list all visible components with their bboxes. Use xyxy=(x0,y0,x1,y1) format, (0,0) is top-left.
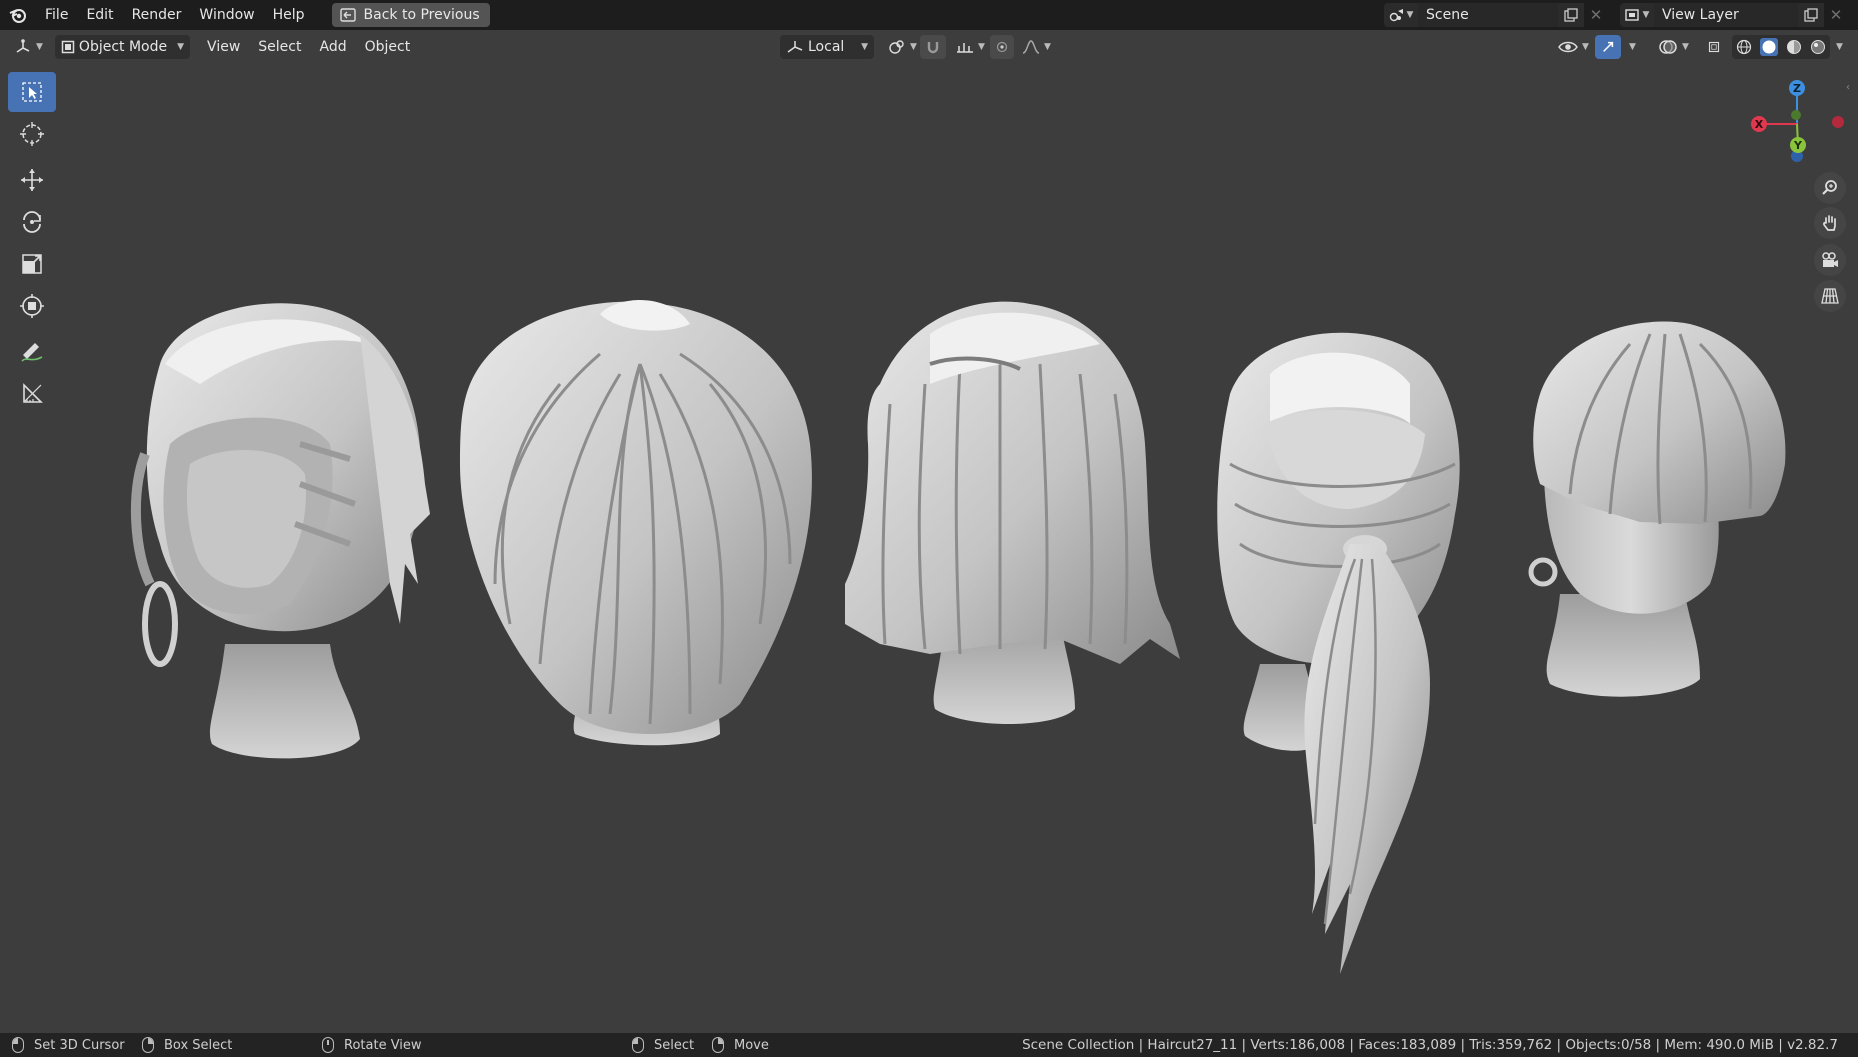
material-preview-icon[interactable] xyxy=(1786,39,1802,55)
header-menu-view[interactable]: View xyxy=(198,39,249,55)
scene-statistics: Scene Collection | Haircut27_11 | Verts:… xyxy=(1022,1037,1838,1053)
hint-move-label: Move xyxy=(734,1037,769,1053)
overlays-icon xyxy=(1659,40,1677,54)
hint-box-select: Box Select xyxy=(142,1033,232,1057)
gizmo-dropdown[interactable]: ▼ xyxy=(1623,35,1641,59)
snap-increment-icon xyxy=(957,43,973,53)
proportional-edit-icon xyxy=(996,41,1008,53)
transform-orientation-label: Local xyxy=(808,39,845,55)
delete-view-layer-icon[interactable]: ✕ xyxy=(1824,3,1848,27)
object-mode-dropdown[interactable]: Object Mode ▼ xyxy=(54,35,191,59)
pivot-icon xyxy=(889,40,904,54)
snap-toggle[interactable] xyxy=(920,35,946,59)
xray-toggle[interactable] xyxy=(1702,35,1726,59)
top-menu-bar: File Edit Render Window Help Back to Pre… xyxy=(0,0,1858,30)
gizmo-toggle[interactable] xyxy=(1595,35,1621,59)
overlays-toggle[interactable]: ▼ xyxy=(1652,35,1695,59)
duplicate-icon xyxy=(1804,8,1818,22)
proportional-editing-toggle[interactable] xyxy=(990,35,1014,59)
3d-viewport-icon xyxy=(16,39,30,53)
scene-icon[interactable]: ▼ xyxy=(1384,3,1418,27)
right-drag-mouse-icon xyxy=(142,1037,154,1053)
magnet-icon xyxy=(927,42,939,54)
view-layer-icon[interactable]: ▼ xyxy=(1620,3,1654,27)
solid-shading-icon[interactable] xyxy=(1760,38,1778,56)
shading-mode-group xyxy=(1732,35,1830,59)
duplicate-icon xyxy=(1564,8,1578,22)
eye-icon xyxy=(1558,41,1578,53)
visibility-dropdown[interactable]: ▼ xyxy=(1552,35,1595,59)
object-mode-icon xyxy=(61,40,75,54)
hint-move: Move xyxy=(712,1033,769,1057)
menu-render[interactable]: Render xyxy=(123,0,191,30)
hint-rotate-view-label: Rotate View xyxy=(344,1037,422,1053)
hint-select-label: Select xyxy=(654,1037,695,1053)
back-to-previous-label: Back to Previous xyxy=(363,7,480,23)
menu-help[interactable]: Help xyxy=(264,0,314,30)
hint-select: Select xyxy=(632,1033,694,1057)
wireframe-shading-icon[interactable] xyxy=(1736,39,1752,55)
left-mouse-icon xyxy=(632,1037,644,1053)
new-scene-button[interactable] xyxy=(1558,3,1584,27)
shading-options-dropdown[interactable]: ▼ xyxy=(1830,35,1850,59)
screen-back-icon xyxy=(339,8,356,22)
header-menu-object[interactable]: Object xyxy=(356,39,420,55)
menu-window[interactable]: Window xyxy=(190,0,263,30)
scene-name-field[interactable]: Scene xyxy=(1418,3,1558,27)
header-menu-select[interactable]: Select xyxy=(249,39,310,55)
haircut-model-2[interactable] xyxy=(460,300,812,746)
delete-scene-icon[interactable]: ✕ xyxy=(1584,3,1608,27)
haircut-model-5[interactable] xyxy=(1528,321,1786,697)
haircut-model-4[interactable] xyxy=(1217,332,1460,974)
back-to-previous-button[interactable]: Back to Previous xyxy=(331,3,490,27)
menu-edit[interactable]: Edit xyxy=(77,0,122,30)
hint-rotate-view: Rotate View xyxy=(322,1033,422,1057)
new-view-layer-button[interactable] xyxy=(1798,3,1824,27)
rendered-shading-icon[interactable] xyxy=(1810,39,1826,55)
snap-target-dropdown[interactable]: ▼ xyxy=(950,35,991,59)
menu-file[interactable]: File xyxy=(36,0,77,30)
scene-selector[interactable]: ▼ Scene ✕ xyxy=(1384,3,1608,27)
viewport-canvas[interactable] xyxy=(0,64,1858,1033)
haircut-model-3[interactable] xyxy=(845,301,1180,724)
view-layer-name-field[interactable]: View Layer xyxy=(1654,3,1798,27)
object-mode-label: Object Mode xyxy=(78,39,168,55)
falloff-dropdown[interactable]: ▼ xyxy=(1016,35,1057,59)
falloff-curve-icon xyxy=(1022,40,1040,54)
hint-set-3d-cursor: Set 3D Cursor xyxy=(12,1033,125,1057)
orientation-icon xyxy=(787,41,803,53)
middle-mouse-icon xyxy=(322,1037,334,1053)
transform-orientation-dropdown[interactable]: Local ▼ xyxy=(780,35,874,59)
editor-type-button[interactable]: ▼ xyxy=(8,35,49,59)
left-mouse-icon xyxy=(12,1037,24,1053)
haircut-model-1[interactable] xyxy=(130,303,430,759)
status-bar: Set 3D Cursor Box Select Rotate View Sel… xyxy=(0,1033,1858,1057)
blender-logo-icon[interactable] xyxy=(0,0,36,30)
gizmo-icon xyxy=(1603,41,1614,52)
hint-box-select-label: Box Select xyxy=(164,1037,233,1053)
right-drag-mouse-icon xyxy=(712,1037,724,1053)
header-menu-add[interactable]: Add xyxy=(310,39,355,55)
viewport-header: ▼ Object Mode ▼ View Select Add Object L… xyxy=(0,30,1858,64)
xray-icon xyxy=(1708,41,1720,53)
pivot-point-dropdown[interactable]: ▼ xyxy=(882,35,923,59)
view-layer-selector[interactable]: ▼ View Layer ✕ xyxy=(1620,3,1848,27)
hint-set-3d-cursor-label: Set 3D Cursor xyxy=(34,1037,125,1053)
